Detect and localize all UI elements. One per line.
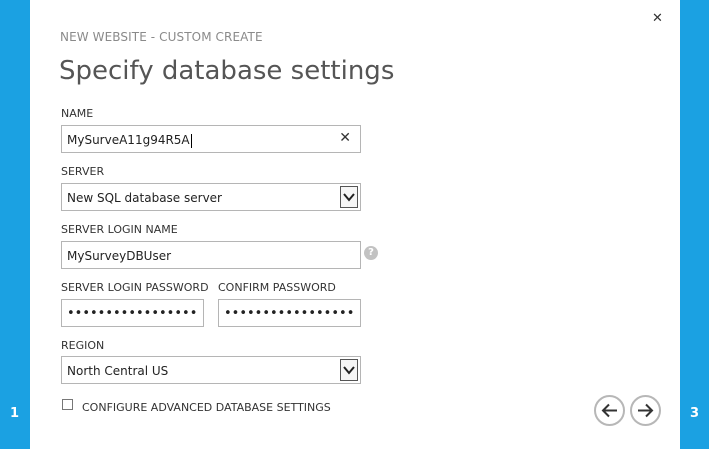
login-password-value: ••••••••••••••••• (67, 306, 198, 321)
advanced-settings-label[interactable]: CONFIGURE ADVANCED DATABASE SETTINGS (82, 401, 331, 414)
help-icon[interactable]: ? (364, 246, 378, 260)
back-button[interactable] (594, 395, 625, 426)
arrow-left-icon (601, 403, 617, 418)
login-name-input[interactable]: MySurveyDBUser (61, 241, 361, 269)
page-title: Specify database settings (59, 56, 395, 86)
chevron-down-icon[interactable] (340, 186, 358, 208)
server-select[interactable]: New SQL database server (61, 183, 361, 211)
wizard-right-rail: 3 (680, 0, 709, 449)
region-label: REGION (61, 339, 105, 352)
name-label: NAME (61, 107, 94, 120)
step-previous-number[interactable]: 1 (10, 406, 19, 421)
server-value: New SQL database server (67, 191, 222, 205)
close-icon[interactable]: ✕ (652, 11, 663, 26)
step-next-number[interactable]: 3 (690, 406, 699, 421)
region-value: North Central US (67, 364, 169, 378)
wizard-subtitle: NEW WEBSITE - CUSTOM CREATE (60, 30, 263, 44)
text-caret (190, 133, 192, 148)
name-value: MySurveA11g94R5A (67, 133, 190, 147)
confirm-password-input[interactable]: ••••••••••••••••• (218, 299, 361, 327)
confirm-password-label: CONFIRM PASSWORD (218, 281, 336, 294)
arrow-right-icon (638, 403, 654, 418)
login-password-input[interactable]: ••••••••••••••••• (61, 299, 204, 327)
chevron-down-icon[interactable] (340, 359, 358, 381)
clear-icon[interactable]: ✕ (339, 130, 351, 146)
server-label: SERVER (61, 165, 105, 178)
next-button[interactable] (630, 395, 661, 426)
name-input[interactable]: MySurveA11g94R5A ✕ (61, 125, 361, 153)
region-select[interactable]: North Central US (61, 356, 361, 384)
login-password-label: SERVER LOGIN PASSWORD (61, 281, 209, 294)
wizard-left-rail: 1 (0, 0, 30, 449)
confirm-password-value: ••••••••••••••••• (224, 306, 355, 321)
advanced-settings-checkbox[interactable] (62, 399, 73, 410)
login-name-value: MySurveyDBUser (67, 249, 172, 263)
login-name-label: SERVER LOGIN NAME (61, 223, 178, 236)
